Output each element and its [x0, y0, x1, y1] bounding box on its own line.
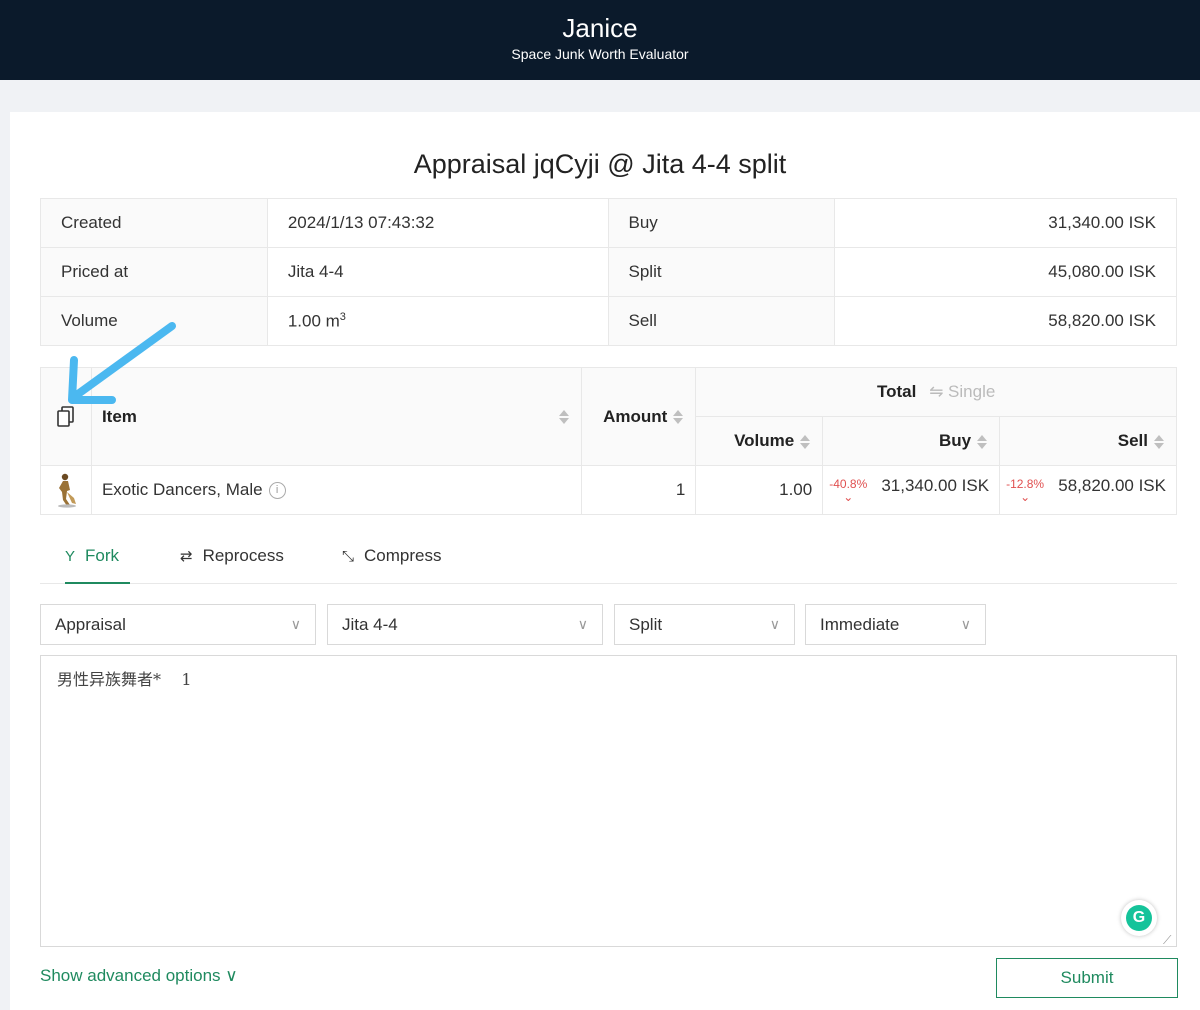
annotation-arrow [68, 322, 176, 404]
variant-value: Immediate [820, 615, 900, 634]
buy-label: Buy [607, 198, 836, 248]
item-sell-value: 58,820.00 ISK [1058, 476, 1166, 495]
priced-at-label: Priced at [40, 247, 268, 297]
volume-value-text: 1.00 m [287, 311, 340, 331]
compress-icon: ⤡ [342, 548, 355, 565]
tab-fork[interactable]: Y Fork [65, 536, 130, 584]
amount-header-label: Amount [603, 406, 668, 426]
sell-column-header[interactable]: Sell [999, 416, 1177, 466]
sort-icon[interactable] [1154, 433, 1164, 451]
item-name[interactable]: Exotic Dancers, Male [102, 480, 263, 499]
created-value: 2024/1/13 07:43:32 [266, 198, 609, 248]
item-name-cell: Exotic Dancers, Male i [90, 465, 583, 515]
volume-header-label: Volume [734, 431, 795, 450]
advanced-options-label: Show advanced options [40, 966, 221, 985]
tab-reprocess[interactable]: ⇄ Reprocess [180, 536, 284, 584]
chevron-down-icon: ∨ [577, 616, 588, 632]
buy-total-value: 31,340.00 ISK [834, 198, 1177, 248]
tab-reprocess-label: Reprocess [202, 546, 284, 565]
item-amount: 1 [581, 465, 697, 515]
single-toggle-label: Single [948, 382, 996, 401]
item-image-cell [40, 465, 92, 515]
resize-handle-icon[interactable]: ⟋ [1163, 933, 1171, 948]
market-select[interactable]: Jita 4-4 ∨ [327, 604, 603, 645]
sell-label: Sell [607, 296, 836, 346]
repeat-icon: ⇄ [180, 548, 193, 565]
volume-column-header[interactable]: Volume [695, 416, 824, 466]
total-header-label: Total [876, 382, 917, 401]
item-volume: 1.00 [695, 465, 824, 515]
chevron-down-icon: ∨ [960, 616, 971, 632]
submit-button[interactable]: Submit [996, 958, 1178, 998]
swap-icon: ⇋ [929, 382, 944, 401]
variant-select[interactable]: Immediate ∨ [805, 604, 986, 645]
item-buy-value: 31,340.00 ISK [881, 476, 990, 495]
split-total-value: 45,080.00 ISK [834, 247, 1177, 297]
market-value: Jita 4-4 [342, 615, 398, 634]
app-subtitle: Space Junk Worth Evaluator [511, 46, 689, 62]
chevron-down-icon: ∨ [290, 616, 301, 632]
fork-icon: Y [65, 548, 76, 565]
tab-compress-label: Compress [364, 546, 442, 565]
appraisal-kind-select[interactable]: Appraisal ∨ [40, 604, 316, 645]
sort-icon[interactable] [559, 408, 570, 426]
sort-icon[interactable] [977, 433, 988, 451]
sell-delta-value: -12.8% [1006, 477, 1045, 491]
show-advanced-options-link[interactable]: Show advanced options ∨ [40, 966, 238, 986]
buy-delta-badge: -40.8% ⌄ [829, 478, 867, 504]
chevron-double-down-icon: ⌄ [843, 490, 854, 504]
sell-total-value: 58,820.00 ISK [834, 296, 1177, 346]
page-title: Appraisal jqCyji @ Jita 4-4 split [413, 149, 787, 179]
sort-icon[interactable] [800, 433, 811, 451]
appraisal-kind-value: Appraisal [55, 615, 126, 634]
top-header: Janice Space Junk Worth Evaluator [0, 0, 1200, 80]
sell-header-label: Sell [1117, 431, 1148, 450]
buy-header-label: Buy [938, 431, 972, 450]
chevron-down-icon: ∨ [225, 966, 238, 985]
items-input[interactable]: 男性异族舞者* 1 [40, 655, 1177, 947]
chevron-down-icon: ∨ [769, 616, 780, 632]
amount-column-header[interactable]: Amount [581, 367, 697, 466]
item-sell-cell: -12.8% ⌄ 58,820.00 ISK [999, 465, 1177, 515]
item-buy-cell: -40.8% ⌄ 31,340.00 ISK [822, 465, 1001, 515]
volume-value: 1.00 m3 [266, 296, 609, 346]
single-toggle[interactable]: ⇋ Single [929, 382, 995, 401]
total-group-header: Total ⇋ Single [695, 367, 1177, 417]
app-title: Janice [562, 13, 638, 43]
tab-fork-label: Fork [85, 546, 120, 565]
volume-unit-exponent: 3 [339, 310, 346, 323]
buy-delta-value: -40.8% [829, 477, 868, 491]
priced-at-value: Jita 4-4 [266, 247, 609, 297]
buy-column-header[interactable]: Buy [822, 416, 1001, 466]
info-icon[interactable]: i [268, 482, 286, 500]
sort-icon[interactable] [673, 408, 684, 426]
items-table: Item Amount Total ⇋ Single Volume Buy Se… [40, 367, 1177, 515]
dancer-item-icon [57, 473, 76, 508]
chevron-double-down-icon: ⌄ [1020, 490, 1031, 504]
table-row: Exotic Dancers, Male i 1 1.00 -40.8% ⌄ 31,… [40, 465, 1177, 515]
tab-compress[interactable]: ⤡ Compress [342, 536, 441, 584]
created-label: Created [40, 198, 268, 248]
split-label: Split [607, 247, 836, 297]
appraisal-summary-table: Created 2024/1/13 07:43:32 Buy 31,340.00… [40, 198, 1177, 346]
sell-delta-badge: -12.8% ⌄ [1006, 478, 1044, 504]
grammarly-button[interactable]: G [1121, 900, 1157, 936]
grammarly-icon: G [1126, 905, 1152, 931]
action-tabs: Y Fork ⇄ Reprocess ⤡ Compress [40, 536, 1177, 584]
pricing-select[interactable]: Split ∨ [614, 604, 795, 645]
pricing-value: Split [629, 615, 663, 634]
